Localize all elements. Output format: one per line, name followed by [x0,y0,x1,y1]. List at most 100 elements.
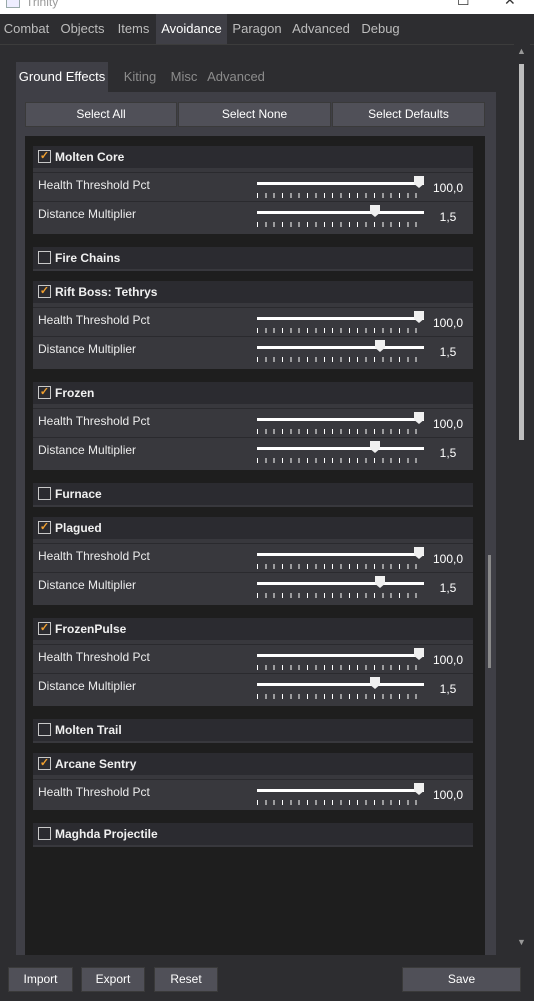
distance-multiplier-label: Distance Multiplier [38,443,137,457]
slider-ticks [257,328,424,333]
health-threshold-slider[interactable] [257,645,425,673]
health-threshold-value: 100,0 [432,552,464,566]
distance-multiplier-row: Distance Multiplier 1,5 [33,336,473,365]
slider-ticks [257,429,424,434]
main-scrollbar[interactable]: ▲ ▼ [514,44,530,954]
distance-multiplier-slider[interactable] [257,337,425,365]
avoidance-header: ✓ Plagued [33,517,473,539]
tab-kiting[interactable]: Kiting [116,62,164,92]
scrollbar-thumb[interactable] [519,64,524,440]
avoidance-header: ✓ FrozenPulse [33,618,473,640]
enable-checkbox[interactable]: ✓ [38,386,51,399]
save-button[interactable]: Save [402,967,521,992]
slider-ticks [257,357,424,362]
slider-track[interactable] [257,317,424,320]
avoidance-header: Maghda Projectile [33,823,473,845]
avoidance-header: ✓ Molten Core [33,146,473,168]
tab-combat[interactable]: Combat [0,14,53,44]
close-icon[interactable]: ✕ [504,0,516,9]
distance-multiplier-slider[interactable] [257,202,425,230]
slider-track[interactable] [257,211,424,214]
slider-thumb[interactable] [370,205,380,217]
avoidance-name: Plagued [55,521,102,535]
list-scrollbar-thumb[interactable] [488,555,491,668]
avoidance-group: ✓ Frozen Health Threshold Pct 100,0 Distance… [33,382,473,470]
slider-track[interactable] [257,582,424,585]
slider-thumb[interactable] [370,677,380,689]
avoidance-name: Arcane Sentry [55,757,137,771]
slider-ticks [257,665,424,670]
slider-track[interactable] [257,553,424,556]
enable-checkbox[interactable] [38,487,51,500]
select-defaults-button[interactable]: Select Defaults [332,102,485,127]
health-threshold-value: 100,0 [432,788,464,802]
tab-debug[interactable]: Debug [359,14,402,44]
enable-checkbox[interactable] [38,251,51,264]
main-tab-bar: Combat Objects Items Avoidance Paragon A… [0,14,534,45]
import-button[interactable]: Import [8,967,73,992]
health-threshold-value: 100,0 [432,181,464,195]
slider-thumb[interactable] [370,441,380,453]
distance-multiplier-row: Distance Multiplier 1,5 [33,201,473,230]
enable-checkbox[interactable] [38,827,51,840]
slider-track[interactable] [257,683,424,686]
export-button[interactable]: Export [81,967,145,992]
tab-advanced[interactable]: Advanced [291,14,351,44]
sub-tab-bar: Ground Effects Kiting Misc Advanced [16,62,496,92]
health-threshold-slider[interactable] [257,409,425,437]
health-threshold-slider[interactable] [257,308,425,336]
avoidance-list[interactable]: ✓ Molten Core Health Threshold Pct 100,0 Dis… [25,136,485,955]
tab-items[interactable]: Items [113,14,154,44]
health-threshold-label: Health Threshold Pct [38,785,150,799]
avoidance-panel: Ground Effects Kiting Misc Advanced Sele… [8,50,505,955]
distance-multiplier-value: 1,5 [439,682,457,696]
slider-thumb[interactable] [414,311,424,323]
distance-multiplier-row: Distance Multiplier 1,5 [33,572,473,601]
select-none-button[interactable]: Select None [178,102,331,127]
health-threshold-slider[interactable] [257,544,425,572]
slider-track[interactable] [257,418,424,421]
distance-multiplier-slider[interactable] [257,674,425,702]
slider-thumb[interactable] [414,783,424,795]
enable-checkbox[interactable]: ✓ [38,622,51,635]
distance-multiplier-value: 1,5 [439,581,457,595]
enable-checkbox[interactable]: ✓ [38,757,51,770]
slider-thumb[interactable] [414,648,424,660]
slider-track[interactable] [257,447,424,450]
enable-checkbox[interactable]: ✓ [38,150,51,163]
scroll-up-icon[interactable]: ▲ [517,46,526,56]
tab-avoidance[interactable]: Avoidance [156,14,227,44]
tab-ground-effects[interactable]: Ground Effects [16,62,108,92]
avoidance-header: ✓ Frozen [33,382,473,404]
enable-checkbox[interactable]: ✓ [38,521,51,534]
enable-checkbox[interactable] [38,723,51,736]
footer-bar: Import Export Reset Save [0,958,534,1001]
distance-multiplier-slider[interactable] [257,438,425,466]
scroll-down-icon[interactable]: ▼ [517,937,526,947]
slider-thumb[interactable] [414,412,424,424]
slider-ticks [257,193,424,198]
avoidance-header: Fire Chains [33,247,473,269]
distance-multiplier-slider[interactable] [257,573,425,601]
select-all-button[interactable]: Select All [25,102,177,127]
health-threshold-label: Health Threshold Pct [38,178,150,192]
slider-track[interactable] [257,182,424,185]
slider-track[interactable] [257,346,424,349]
enable-checkbox[interactable]: ✓ [38,285,51,298]
slider-track[interactable] [257,789,424,792]
slider-thumb[interactable] [375,576,385,588]
avoidance-group: ✓ FrozenPulse Health Threshold Pct 100,0 Dis… [33,618,473,706]
slider-thumb[interactable] [414,547,424,559]
tab-objects[interactable]: Objects [56,14,109,44]
slider-thumb[interactable] [375,340,385,352]
slider-track[interactable] [257,654,424,657]
reset-button[interactable]: Reset [154,967,218,992]
slider-thumb[interactable] [414,176,424,188]
health-threshold-slider[interactable] [257,173,425,201]
distance-multiplier-row: Distance Multiplier 1,5 [33,437,473,466]
maximize-icon[interactable]: ☐ [457,0,470,9]
tab-misc[interactable]: Misc [165,62,203,92]
health-threshold-slider[interactable] [257,780,425,808]
tab-paragon[interactable]: Paragon [230,14,284,44]
tab-sub-advanced[interactable]: Advanced [204,62,268,92]
